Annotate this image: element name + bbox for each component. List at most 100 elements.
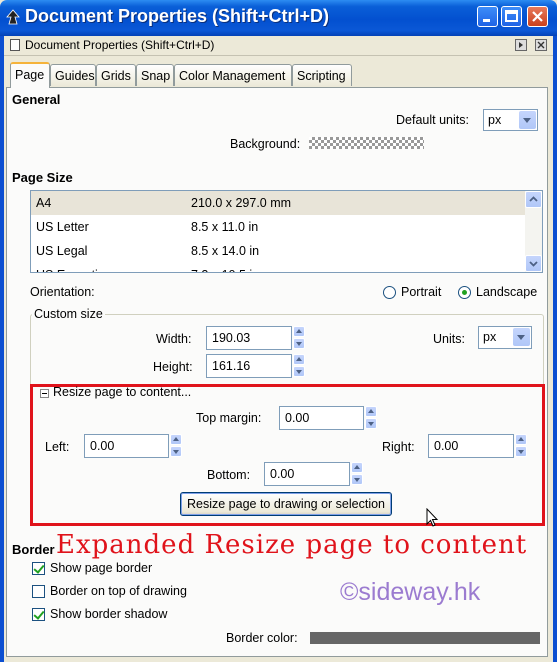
watermark-text: ©sideway.hk [340,578,481,606]
units-value: px [483,330,497,344]
default-units-label: Default units: [396,113,469,127]
width-value: 190.03 [212,331,251,345]
dock-close-button[interactable] [535,39,547,51]
window-frame-right [553,36,557,662]
dock-toggle-button[interactable] [515,39,527,51]
border-heading: Border [12,542,55,557]
width-stepper[interactable] [293,326,305,350]
left-margin-input[interactable]: 0.00 [84,434,169,458]
inkscape-app-icon [6,9,20,25]
page-size-dimensions: 8.5 x 14.0 in [191,244,260,258]
landscape-radio[interactable] [458,286,471,299]
window-titlebar[interactable]: Document Properties (Shift+Ctrl+D) [0,0,557,36]
default-units-select[interactable]: px [483,109,538,131]
list-item[interactable]: US Legal 8.5 x 14.0 in [31,239,526,263]
bottom-margin-stepper[interactable] [351,462,363,486]
top-margin-stepper[interactable] [365,406,377,430]
minimize-icon [483,19,490,22]
page-size-name: US Legal [36,244,88,258]
panel-title: Document Properties (Shift+Ctrl+D) [25,38,215,52]
border-color-swatch[interactable] [310,632,540,644]
units-select[interactable]: px [478,326,532,349]
scroll-down-button[interactable] [525,255,542,272]
page-size-dimensions: 210.0 x 297.0 mm [191,196,292,210]
bottom-margin-value: 0.00 [270,467,295,481]
tab-color-management[interactable]: Color Management [174,64,292,86]
width-input[interactable]: 190.03 [206,326,292,350]
stepper-up-icon[interactable] [351,462,363,473]
list-item[interactable]: A4 210.0 x 297.0 mm [31,191,526,215]
stepper-up-icon[interactable] [293,326,305,337]
stepper-up-icon[interactable] [293,354,305,365]
units-label: Units: [433,332,465,346]
document-icon [10,39,20,51]
stepper-down-icon[interactable] [293,366,305,377]
right-margin-label: Right: [382,440,415,454]
minimize-button[interactable] [477,6,498,27]
show-page-border-checkbox[interactable] [32,562,45,575]
height-label: Height: [153,360,193,374]
dropdown-arrow-icon [513,328,530,346]
right-margin-stepper[interactable] [515,434,527,458]
stepper-down-icon[interactable] [293,338,305,349]
show-page-border-label[interactable]: Show page border [50,561,152,575]
list-item[interactable]: US Executive 7.2 x 10.5 in [31,263,526,272]
resize-expander-label[interactable]: Resize page to content... [53,385,191,399]
chevron-up-icon [529,196,538,202]
chevron-down-icon [529,261,538,267]
tab-page[interactable]: Page [10,62,50,88]
top-margin-value: 0.00 [285,411,310,425]
maximize-button[interactable] [501,6,522,27]
bottom-margin-input[interactable]: 0.00 [264,462,350,486]
show-border-shadow-checkbox[interactable] [32,608,45,621]
portrait-radio[interactable] [383,286,396,299]
list-item[interactable]: US Letter 8.5 x 11.0 in [31,215,526,239]
tab-guides[interactable]: Guides [50,64,96,86]
portrait-label[interactable]: Portrait [401,285,441,299]
stepper-down-icon[interactable] [170,446,182,457]
page-size-name: A4 [36,196,52,210]
landscape-label[interactable]: Landscape [476,285,537,299]
collapse-expander-icon[interactable] [40,389,49,398]
tab-scripting[interactable]: Scripting [292,64,352,86]
window-title: Document Properties (Shift+Ctrl+D) [25,6,330,26]
border-on-top-checkbox[interactable] [32,585,45,598]
height-value: 161.16 [212,359,251,373]
top-margin-input[interactable]: 0.00 [279,406,364,430]
scroll-up-button[interactable] [525,191,542,208]
border-color-label: Border color: [226,631,298,645]
stepper-down-icon[interactable] [351,474,363,485]
triangle-right-icon [519,42,523,48]
show-border-shadow-label[interactable]: Show border shadow [50,607,167,621]
border-on-top-label[interactable]: Border on top of drawing [50,584,187,598]
close-icon [537,41,545,49]
list-scrollbar[interactable] [525,191,542,272]
resize-page-button[interactable]: Resize page to drawing or selection [180,492,392,516]
page-size-dimensions: 8.5 x 11.0 in [191,220,259,234]
tab-snap[interactable]: Snap [136,64,174,86]
stepper-down-icon[interactable] [365,418,377,429]
height-input[interactable]: 161.16 [206,354,292,378]
annotation-text: Expanded Resize page to content [56,530,528,560]
left-margin-stepper[interactable] [170,434,182,458]
dock-panel-header: Document Properties (Shift+Ctrl+D) [4,36,553,56]
text-cursor-icon [426,508,439,527]
stepper-up-icon[interactable] [515,434,527,445]
close-button[interactable] [527,6,548,27]
dropdown-arrow-icon [519,111,536,129]
default-units-value: px [488,113,502,127]
height-stepper[interactable] [293,354,305,378]
right-margin-input[interactable]: 0.00 [428,434,514,458]
stepper-up-icon[interactable] [170,434,182,445]
stepper-up-icon[interactable] [365,406,377,417]
stepper-down-icon[interactable] [515,446,527,457]
page-size-list[interactable]: A4 210.0 x 297.0 mm US Letter 8.5 x 11.0… [30,190,543,273]
custom-size-label: Custom size [32,307,105,321]
background-label: Background: [230,137,301,151]
bottom-margin-label: Bottom: [207,468,251,482]
window-frame-left [0,36,4,662]
page-size-dimensions: 7.2 x 10.5 in [191,263,259,272]
tab-grids[interactable]: Grids [96,64,136,86]
page-size-name: US Executive [36,263,111,272]
background-color-swatch[interactable] [309,137,424,149]
